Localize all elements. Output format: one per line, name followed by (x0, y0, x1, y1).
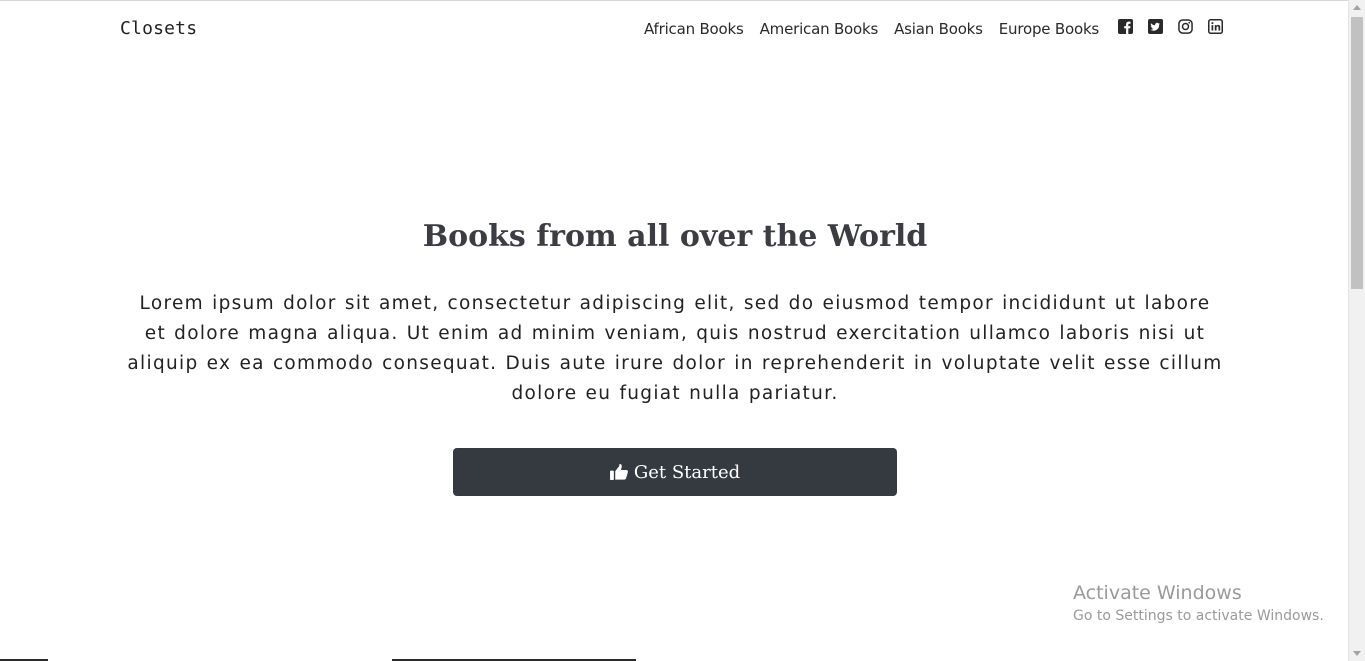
hero-section: Books from all over the World Lorem ipsu… (120, 215, 1230, 409)
get-started-button[interactable]: Get Started (453, 448, 897, 496)
watermark-subtitle: Go to Settings to activate Windows. (1073, 608, 1324, 624)
hero-description: Lorem ipsum dolor sit amet, consectetur … (127, 293, 1223, 404)
brand-link[interactable]: Closets (120, 18, 197, 39)
facebook-icon[interactable] (1118, 19, 1133, 34)
navbar: Closets African Books American Books Asi… (0, 1, 1349, 57)
hero-title: Books from all over the World (422, 219, 928, 254)
watermark-title: Activate Windows (1073, 582, 1242, 604)
instagram-icon[interactable] (1178, 19, 1193, 34)
vertical-scrollbar[interactable] (1348, 0, 1365, 661)
scroll-down-arrow-icon[interactable] (1353, 651, 1361, 656)
get-started-label: Get Started (633, 461, 741, 483)
scrollbar-thumb[interactable] (1351, 17, 1363, 289)
nav-links: African Books American Books Asian Books… (644, 20, 1115, 38)
nav-link-asian-books[interactable]: Asian Books (894, 20, 983, 38)
nav-link-american-books[interactable]: American Books (760, 20, 879, 38)
thumbs-up-icon (609, 463, 629, 481)
linkedin-icon[interactable] (1208, 19, 1223, 34)
social-links (1118, 19, 1238, 34)
twitter-icon[interactable] (1148, 19, 1163, 34)
nav-link-african-books[interactable]: African Books (644, 20, 744, 38)
windows-activation-watermark: Activate Windows Go to Settings to activ… (1073, 581, 1324, 627)
scroll-up-arrow-icon[interactable] (1353, 5, 1361, 10)
nav-link-europe-books[interactable]: Europe Books (999, 20, 1099, 38)
